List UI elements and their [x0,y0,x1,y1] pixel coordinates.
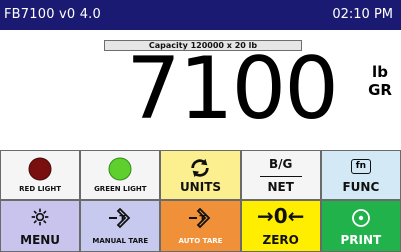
manual-tare-button[interactable]: T MANUAL TARE [80,200,161,252]
green-light-button[interactable]: GREEN LIGHT [80,150,161,200]
func-button[interactable]: fn FUNC [320,150,401,200]
red-light-button[interactable]: RED LIGHT [0,150,81,200]
app-title: FB7100 v0 4.0 [4,7,101,22]
tare-arrow-icon: T [189,207,211,229]
red-light-label: RED LIGHT [19,185,62,193]
units-button[interactable]: UNITS [160,150,241,200]
svg-text:T: T [200,215,207,225]
softkey-panel: RED LIGHT GREEN LIGHT UNITS B/G NET fn F… [0,150,401,252]
menu-button[interactable]: MENU [0,200,81,252]
fn-icon: fn [350,159,371,174]
green-light-label: GREEN LIGHT [94,185,147,193]
svg-text:T: T [120,215,127,225]
zero-icon: →0← [256,204,305,228]
gear-icon [31,208,49,226]
print-label: PRINT [340,233,382,247]
auto-tare-label: AUTO TARE [178,237,223,245]
tare-arrow-icon: T [109,207,131,229]
zero-label: ZERO [262,233,299,247]
auto-tare-button[interactable]: T AUTO TARE [160,200,241,252]
zero-button[interactable]: →0← ZERO [240,200,321,252]
status-bar: FB7100 v0 4.0 02:10 PM [0,0,401,30]
bg-divider [259,176,302,177]
mode-label: GR [368,81,392,99]
bg-net-button[interactable]: B/G NET [240,150,321,200]
refresh-icon [191,158,210,178]
print-circle-icon [351,209,370,227]
net-label: NET [267,180,294,194]
print-button[interactable]: PRINT [320,200,401,252]
manual-tare-label: MANUAL TARE [92,237,149,245]
clock: 02:10 PM [332,7,393,22]
unit-label: lb [372,63,388,81]
func-label: FUNC [342,180,380,194]
units-label: UNITS [179,180,222,194]
menu-label: MENU [20,233,61,247]
bg-label: B/G [269,157,293,171]
weight-readout: 7100 [126,39,339,139]
green-light-icon [108,157,132,181]
red-light-icon [28,157,52,181]
